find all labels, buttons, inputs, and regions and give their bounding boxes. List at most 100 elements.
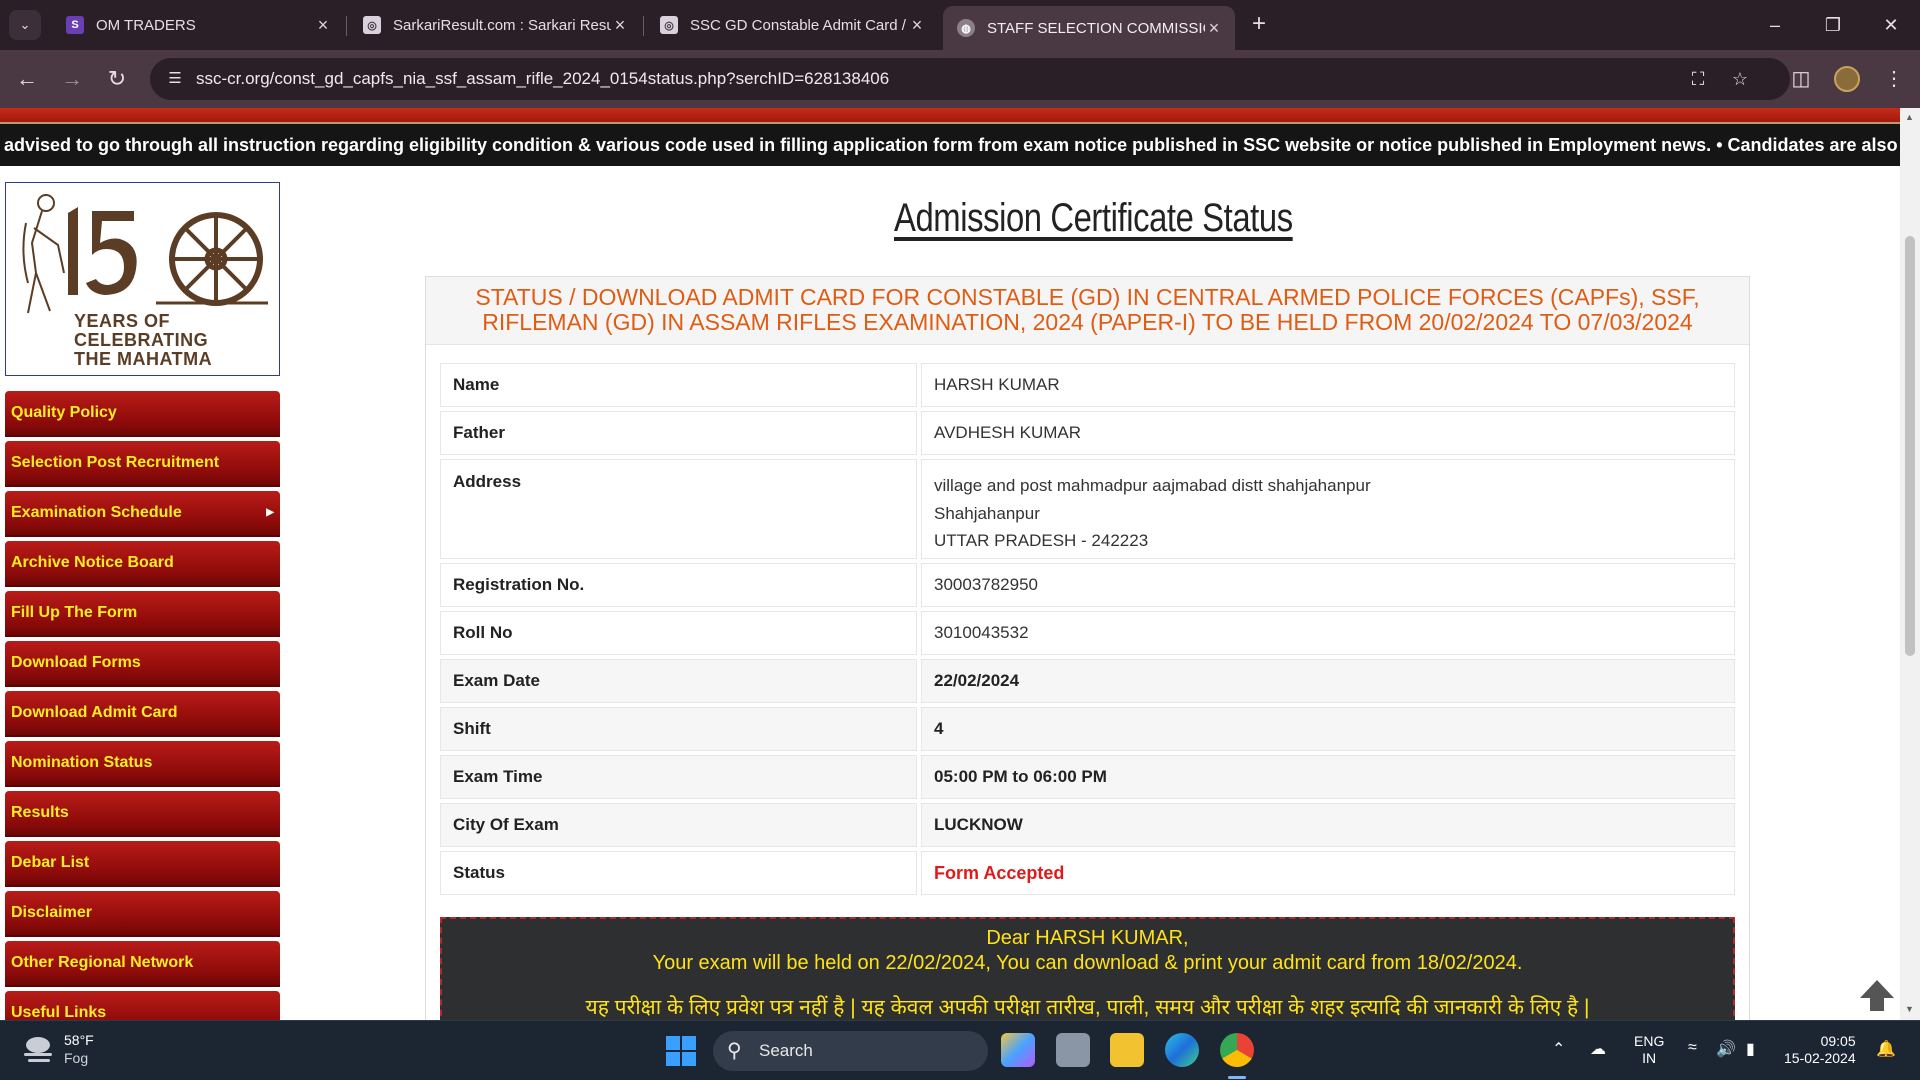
scroll-to-top-icon[interactable] [1860,980,1894,998]
copilot-icon[interactable] [1001,1033,1035,1067]
header-strip [0,108,1900,124]
task-view-icon[interactable] [1056,1033,1090,1067]
active-app-indicator [1228,1076,1246,1079]
menu-item-label: Nomination Status [11,754,153,771]
chrome-browser-icon[interactable] [1220,1033,1254,1067]
weather-temperature: 58°F [64,1032,94,1048]
clock[interactable]: 09:05 15-02-2024 [1784,1033,1856,1067]
clock-time: 09:05 [1820,1033,1856,1049]
detail-row-shift: Shift 4 [440,707,1735,751]
notification-bell-icon[interactable]: 🔔 [1876,1039,1896,1059]
back-arrow-icon[interactable]: ← [12,64,42,94]
menu-item-label: Results [11,804,69,821]
detail-row-father: Father AVDHESH KUMAR [440,411,1735,455]
bookmark-star-icon[interactable]: ☆ [1728,68,1752,90]
tab-search-dropdown[interactable]: ⌄ [9,10,41,40]
profile-avatar[interactable] [1834,66,1860,92]
show-hidden-icons-chevron-icon[interactable]: ⌃ [1552,1039,1565,1059]
windows-start-icon[interactable] [666,1036,696,1066]
father-name: AVDHESH KUMAR [921,411,1735,455]
detail-label: Shift [440,707,917,751]
detail-row-exam-time: Exam Time 05:00 PM to 06:00 PM [440,755,1735,799]
page-scrollbar[interactable]: ▲ ▼ [1900,108,1920,1020]
menu-item-fill-up-the-form[interactable]: Fill Up The Form [5,591,280,637]
tab-sarkariresult[interactable]: ◎ SarkariResult.com : Sarkari Resu × [349,8,641,42]
menu-item-label: Debar List [11,854,90,871]
menu-item-quality-policy[interactable]: Quality Policy [5,391,280,437]
menu-item-examination-schedule[interactable]: Examination Schedule ▶ [5,491,280,537]
volume-icon[interactable]: 🔊 [1716,1039,1736,1059]
candidate-name: HARSH KUMAR [921,363,1735,407]
close-window-button[interactable]: ✕ [1868,10,1914,40]
menu-item-selection-post-recruitment[interactable]: Selection Post Recruitment [5,441,280,487]
onedrive-cloud-icon[interactable]: ☁ [1590,1039,1606,1059]
close-tab-icon[interactable]: × [1205,18,1223,39]
address-bar[interactable]: ☰ ssc-cr.org/const_gd_capfs_nia_ssf_assa… [150,58,1790,100]
browser-toolbar: ← → ↻ ☰ ssc-cr.org/const_gd_capfs_nia_ss… [0,50,1920,108]
menu-item-archive-notice-board[interactable]: Archive Notice Board [5,541,280,587]
address-line-1: village and post mahmadpur aajmabad dist… [934,476,1371,495]
close-tab-icon[interactable]: × [611,15,629,36]
exam-shift: 4 [921,707,1735,751]
menu-item-download-forms[interactable]: Download Forms [5,641,280,687]
close-tab-icon[interactable]: × [908,15,926,36]
menu-item-download-admit-card[interactable]: Download Admit Card [5,691,280,737]
new-tab-button[interactable]: + [1245,11,1273,39]
side-panel-icon[interactable]: ◫ [1786,64,1816,94]
minimize-button[interactable]: – [1752,10,1798,40]
scroll-down-arrow-icon[interactable]: ▼ [1905,1004,1914,1014]
tab-ssc-gd-admit-card[interactable]: ◎ SSC GD Constable Admit Card / × [646,8,938,42]
scroll-to-top-stem[interactable] [1870,997,1884,1011]
notice-hindi-text: यह परीक्षा के लिए प्रवेश पत्र नहीं है | … [585,996,1590,1019]
tab-staff-selection-commission[interactable]: ◍ STAFF SELECTION COMMISSION × [943,6,1235,50]
menu-item-nomination-status[interactable]: Nomination Status [5,741,280,787]
menu-item-debar-list[interactable]: Debar List [5,841,280,887]
menu-item-label: Quality Policy [11,404,117,421]
wifi-icon[interactable]: ≈ [1688,1039,1697,1057]
menu-item-label: Useful Links [11,1004,107,1020]
tab-title: STAFF SELECTION COMMISSION [987,19,1205,37]
site-favicon-icon: ◎ [660,16,678,34]
web-page: advised to go through all instruction re… [0,108,1900,1020]
clock-date: 15-02-2024 [1784,1050,1856,1066]
om-traders-favicon-icon: S [66,16,84,34]
scrollbar-thumb[interactable] [1905,236,1915,656]
translate-icon[interactable]: ⛶ [1686,68,1710,90]
forward-arrow-icon[interactable]: → [57,64,87,94]
detail-label: City Of Exam [440,803,917,847]
close-tab-icon[interactable]: × [314,15,332,36]
fog-weather-icon[interactable] [20,1031,56,1067]
submenu-arrow-icon: ▶ [266,507,274,518]
menu-item-useful-links[interactable]: Useful Links [5,991,280,1020]
taskbar-search[interactable]: ⚲ Search [713,1031,988,1071]
roll-number: 3010043532 [921,611,1735,655]
weather-widget[interactable]: 58°F Fog [64,1031,94,1067]
menu-item-results[interactable]: Results [5,791,280,837]
search-label: Search [759,1041,813,1060]
restore-button[interactable]: ❐ [1810,10,1856,40]
edge-browser-icon[interactable] [1165,1033,1199,1067]
site-info-icon[interactable]: ☰ [164,68,186,90]
menu-item-label: Download Forms [11,654,141,671]
file-explorer-icon[interactable] [1110,1033,1144,1067]
notice-greeting: Dear HARSH KUMAR, [986,927,1189,949]
battery-icon[interactable]: ▮ [1746,1039,1755,1059]
tab-om-traders[interactable]: S OM TRADERS × [52,8,344,42]
url-text[interactable]: ssc-cr.org/const_gd_capfs_nia_ssf_assam_… [196,69,889,89]
menu-item-disclaimer[interactable]: Disclaimer [5,891,280,937]
more-menu-icon[interactable]: ⋮ [1879,64,1909,94]
menu-item-other-regional-network[interactable]: Other Regional Network [5,941,280,987]
menu-item-label: Disclaimer [11,904,92,921]
status-panel: STATUS / DOWNLOAD ADMIT CARD FOR CONSTAB… [425,276,1750,1020]
detail-row-exam-date: Exam Date 22/02/2024 [440,659,1735,703]
reload-icon[interactable]: ↻ [102,64,132,94]
detail-label: Father [440,411,917,455]
detail-row-address: Address village and post mahmadpur aajma… [440,459,1735,559]
language-code: ENG [1634,1033,1665,1049]
detail-row-status: Status Form Accepted [440,851,1735,895]
logo-line-1: YEARS OF [74,311,171,331]
detail-row-registration: Registration No. 30003782950 [440,563,1735,607]
address-line-3: UTTAR PRADESH - 242223 [934,531,1149,550]
language-indicator[interactable]: ENG IN [1634,1033,1664,1067]
scroll-up-arrow-icon[interactable]: ▲ [1905,112,1914,122]
